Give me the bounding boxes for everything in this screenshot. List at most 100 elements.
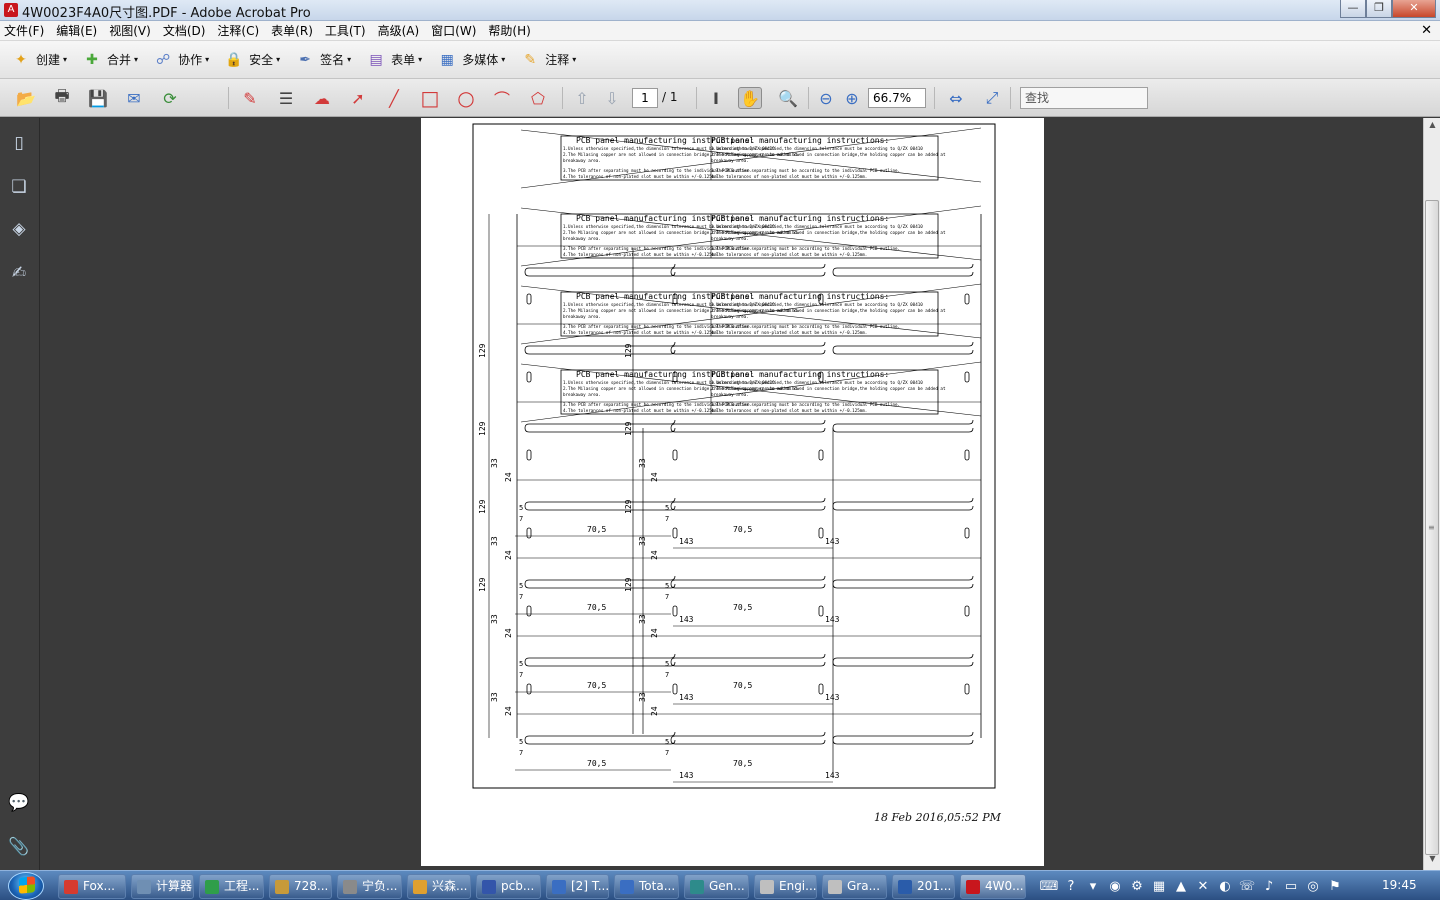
task-multimedia-button[interactable]: ▦ 多媒体 ▾ <box>436 49 506 71</box>
scroll-up-icon[interactable]: ▲ <box>1426 120 1439 134</box>
close-button[interactable]: ✕ <box>1392 0 1436 18</box>
menu-view[interactable]: 视图(V) <box>109 22 151 39</box>
email-icon[interactable]: ✉ <box>122 87 146 109</box>
polygon-tool-icon[interactable]: ⬠ <box>526 87 550 109</box>
zoom-out-icon[interactable]: ⊖ <box>814 87 838 109</box>
tray-icon[interactable]: ▦ <box>1148 879 1170 894</box>
taskbar-item[interactable]: Fox... <box>58 874 126 899</box>
tray-icon[interactable]: ◉ <box>1104 879 1126 894</box>
minimize-button[interactable]: — <box>1340 0 1366 18</box>
close-document-icon[interactable]: ✕ <box>1421 23 1432 38</box>
maximize-button[interactable]: ❐ <box>1366 0 1392 18</box>
instruction-line: breakaway area. <box>711 158 749 163</box>
polygon-line-tool-icon[interactable]: ⌒ <box>490 87 514 109</box>
chevron-down-icon: ▾ <box>134 55 139 64</box>
tray-icon[interactable]: ✕ <box>1192 879 1214 894</box>
layers-panel-icon[interactable]: ◈ <box>6 216 32 242</box>
tray-icon[interactable]: ⚑ <box>1324 879 1346 894</box>
menu-comments[interactable]: 注释(C) <box>217 22 259 39</box>
clock[interactable]: 19:45 <box>1382 878 1417 892</box>
tray-icon[interactable]: ◐ <box>1214 879 1236 894</box>
taskbar-item[interactable]: 201... <box>892 874 955 899</box>
menu-file[interactable]: 文件(F) <box>4 22 44 39</box>
start-button[interactable] <box>8 872 44 900</box>
breakaway-slot <box>524 653 676 667</box>
menu-tools[interactable]: 工具(T) <box>325 22 366 39</box>
line-tool-icon[interactable]: ╱ <box>382 87 406 109</box>
fit-width-icon[interactable]: ⇔ <box>944 87 968 109</box>
menu-advanced[interactable]: 高级(A) <box>378 22 420 39</box>
find-input[interactable]: 查找 <box>1020 87 1148 109</box>
fit-page-icon[interactable]: ⤢ <box>980 87 1004 109</box>
cloud-icon[interactable]: ☁ <box>310 87 334 109</box>
signatures-panel-icon[interactable]: ✍ <box>6 260 32 286</box>
select-tool-icon[interactable]: I <box>704 87 728 109</box>
task-create-button[interactable]: ✦ 创建 ▾ <box>10 49 67 71</box>
tray-icon[interactable]: ▭ <box>1280 879 1302 894</box>
taskbar-item[interactable]: 728... <box>269 874 332 899</box>
hand-tool-icon[interactable]: ✋ <box>738 87 762 109</box>
menu-window[interactable]: 窗口(W) <box>431 22 476 39</box>
taskbar-item[interactable]: Tota... <box>614 874 679 899</box>
dimension-7-label: 7 <box>665 671 669 679</box>
menu-forms[interactable]: 表单(R) <box>271 22 313 39</box>
previous-page-icon[interactable]: ⇧ <box>570 87 594 109</box>
task-pen-button[interactable]: ✒ 签名 ▾ <box>294 49 351 71</box>
open-icon[interactable]: 📂 <box>14 87 38 109</box>
task-combine-button[interactable]: ✚ 合并 ▾ <box>81 49 138 71</box>
taskbar-item[interactable]: Engi... <box>754 874 817 899</box>
text-edit-icon[interactable]: ✎ <box>238 87 262 109</box>
tray-icon[interactable]: ☏ <box>1236 879 1258 894</box>
dimension-129-label: 129 <box>624 499 633 514</box>
upload-icon[interactable]: ⟳ <box>158 87 182 109</box>
taskbar-item[interactable]: 兴森... <box>407 874 471 899</box>
page-number-input[interactable]: 1 <box>632 88 658 108</box>
taskbar-item[interactable]: 工程... <box>199 874 264 899</box>
tray-icon[interactable]: ⚙ <box>1126 879 1148 894</box>
taskbar-item[interactable]: pcb... <box>476 874 541 899</box>
task-lock-button[interactable]: 🔒 安全 ▾ <box>223 49 280 71</box>
taskbar-item[interactable]: Gen... <box>684 874 749 899</box>
tray-icon[interactable]: ▾ <box>1082 879 1104 894</box>
comments-panel-icon[interactable]: 💬 <box>6 790 32 816</box>
marquee-zoom-icon[interactable]: 🔍 <box>776 87 800 109</box>
bookmarks-panel-icon[interactable]: ❏ <box>6 174 32 200</box>
tray-icon[interactable]: ⌨ <box>1038 879 1060 894</box>
tray-icon[interactable]: ▲ <box>1170 879 1192 894</box>
taskbar-item[interactable]: [2] T... <box>546 874 609 899</box>
scroll-down-icon[interactable]: ▼ <box>1426 854 1439 868</box>
breakaway-slot <box>670 653 826 667</box>
rectangle-tool-icon[interactable]: □ <box>418 86 442 110</box>
task-form-button[interactable]: ▤ 表单 ▾ <box>365 49 423 71</box>
pages-panel-icon[interactable]: ▯ <box>6 130 32 156</box>
dimension-24-label: 24 <box>650 706 659 716</box>
task-collaborate-button[interactable]: ☍ 协作 ▾ <box>152 49 209 71</box>
menu-help[interactable]: 帮助(H) <box>488 22 530 39</box>
print-icon[interactable]: 🖶 <box>50 86 74 109</box>
task-comment-button[interactable]: ✎ 注释 ▾ <box>519 49 576 71</box>
vertical-scrollbar[interactable]: ▲ ≡ ▼ <box>1423 118 1440 870</box>
dimension-7-label: 7 <box>519 749 523 757</box>
textbox-icon[interactable]: ☰ <box>274 87 298 109</box>
taskbar-item[interactable]: 宁负... <box>337 874 402 899</box>
taskbar-item-label: 宁负... <box>362 879 398 893</box>
tray-icon[interactable]: ♪ <box>1258 879 1280 894</box>
taskbar-item[interactable]: 4W0... <box>960 874 1026 899</box>
taskbar-item[interactable]: 计算器 <box>131 874 194 899</box>
menu-edit[interactable]: 编辑(E) <box>56 22 97 39</box>
arrow-tool-icon[interactable]: ➚ <box>346 87 370 109</box>
tray-icon[interactable]: ◎ <box>1302 879 1324 894</box>
tray-icon[interactable]: ? <box>1060 879 1082 894</box>
attachments-panel-icon[interactable]: 📎 <box>6 834 32 860</box>
taskbar-item[interactable]: Gra... <box>822 874 887 899</box>
dimension-7-label: 7 <box>665 515 669 523</box>
ellipse-tool-icon[interactable]: ○ <box>454 86 478 110</box>
breakaway-slot <box>832 575 974 589</box>
pen-icon: ✒ <box>299 51 311 68</box>
zoom-in-icon[interactable]: ⊕ <box>840 87 864 109</box>
zoom-input[interactable]: 66.7% <box>868 88 926 108</box>
next-page-icon[interactable]: ⇩ <box>600 87 624 109</box>
save-icon[interactable]: 💾 <box>86 87 110 109</box>
dimension-24-label: 24 <box>504 472 513 482</box>
menu-document[interactable]: 文档(D) <box>163 22 206 39</box>
